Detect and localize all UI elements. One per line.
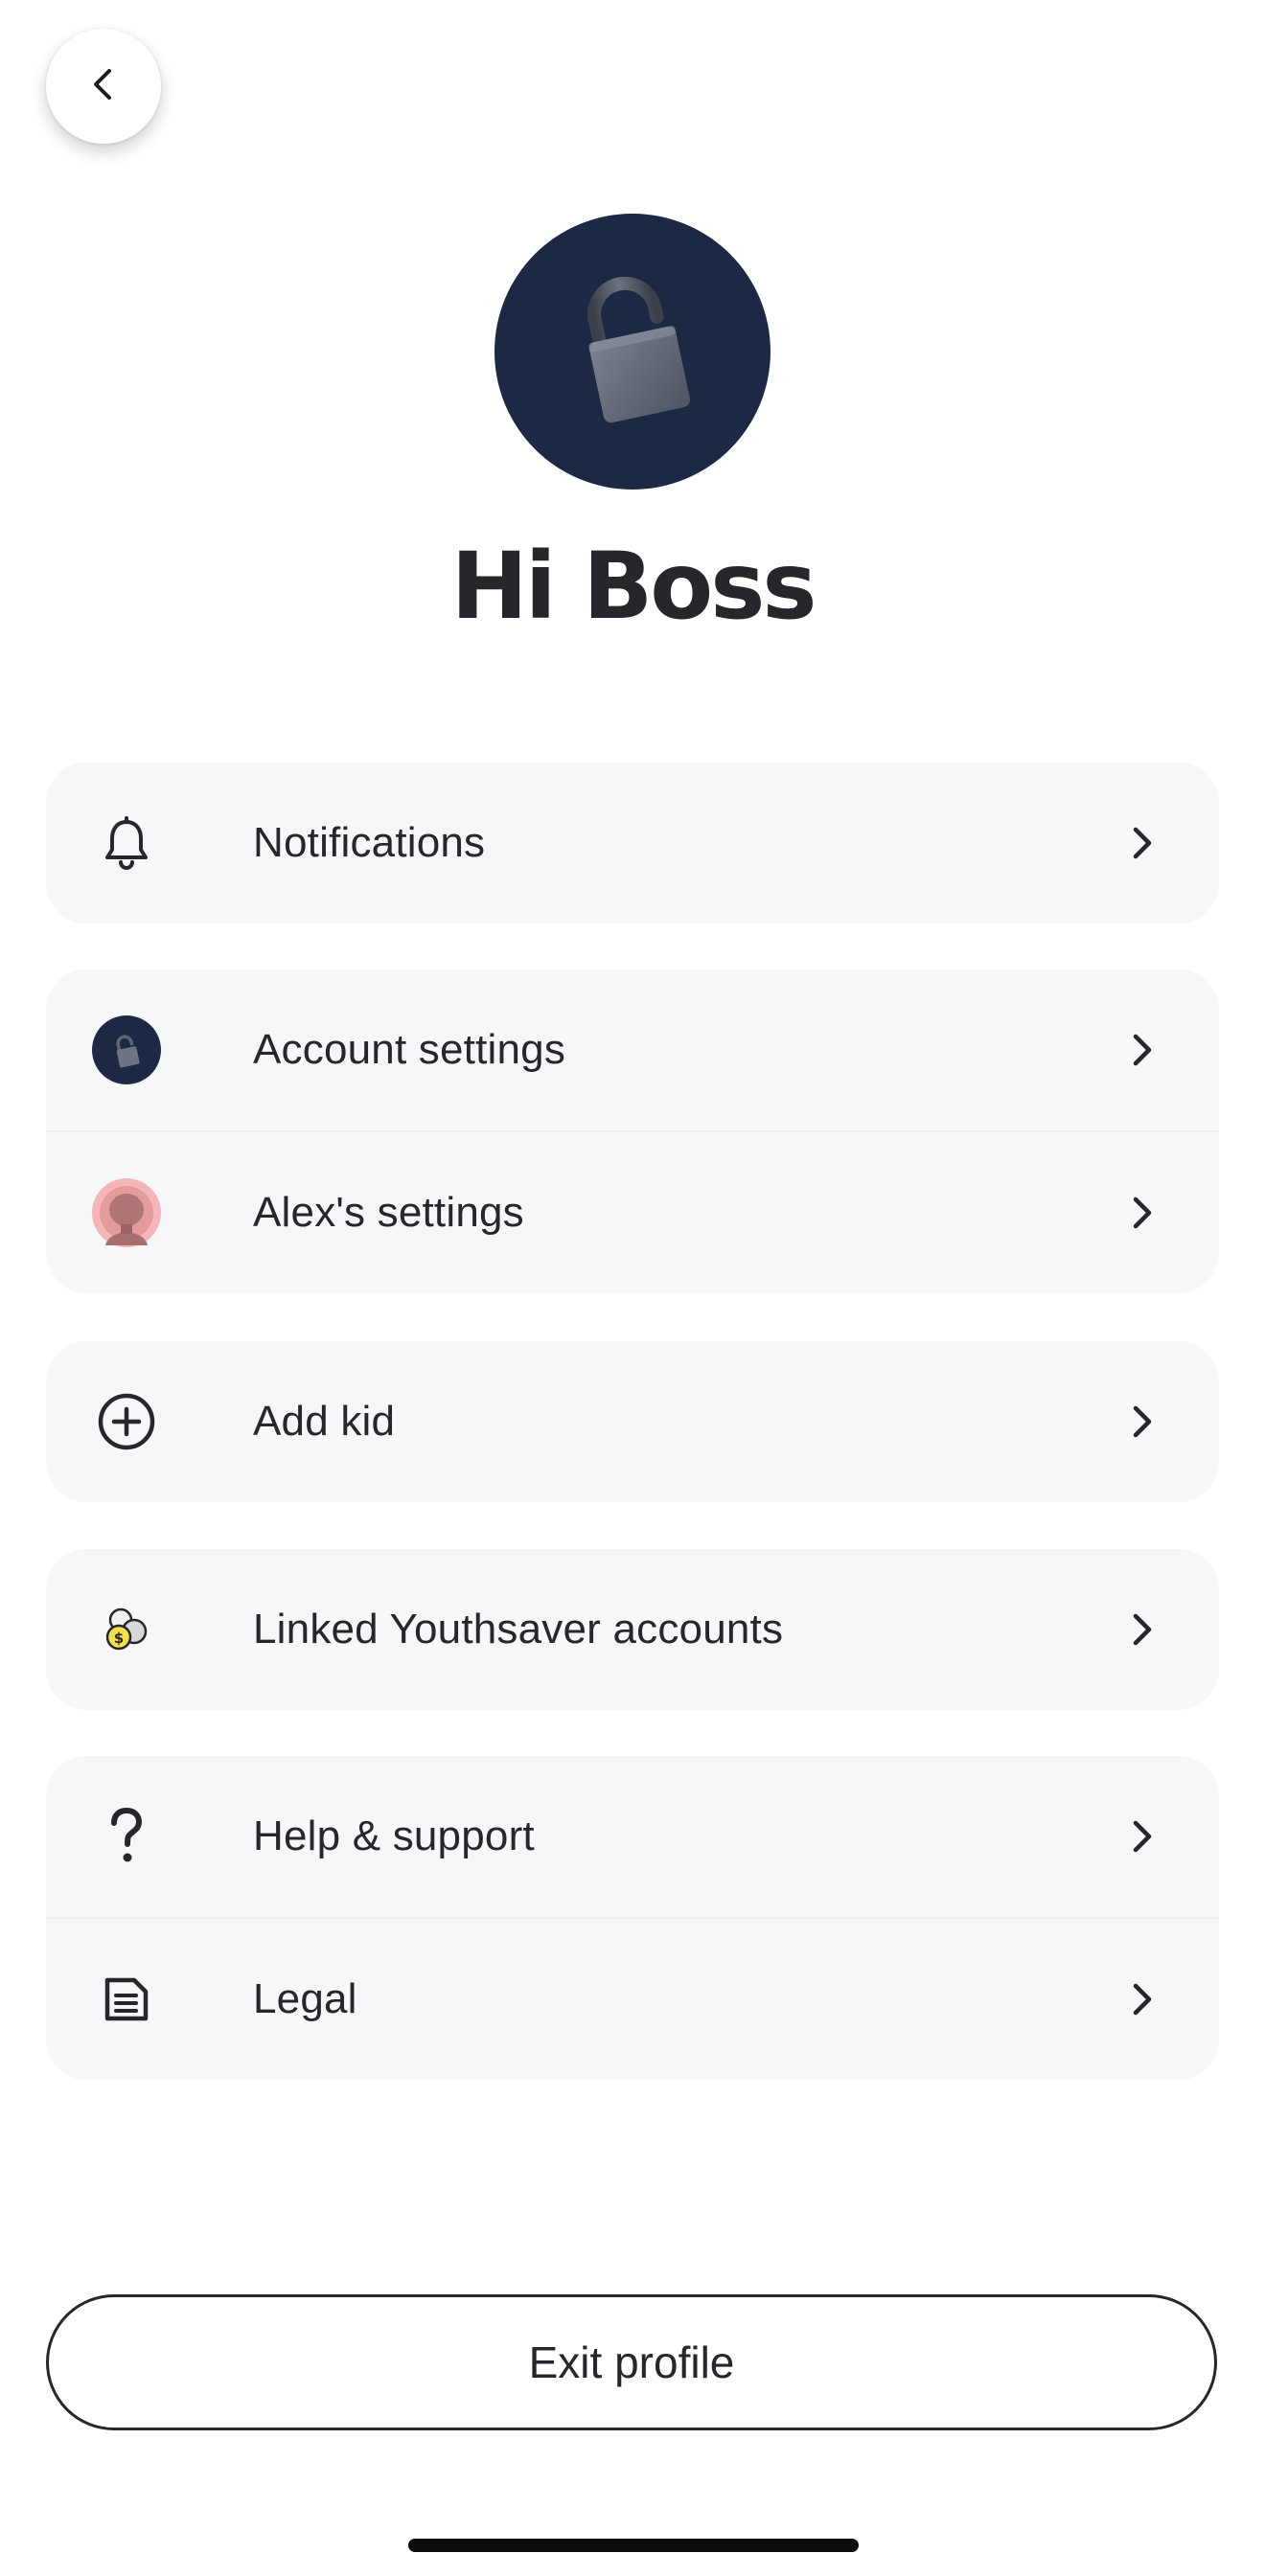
chevron-right-icon [1123, 1402, 1162, 1441]
chevron-right-icon [1123, 824, 1162, 862]
document-icon [92, 1965, 161, 2034]
add-kid-label: Add kid [253, 1398, 396, 1445]
menu-card-support: Help & support Legal [46, 1756, 1219, 2080]
account-settings-label: Account settings [253, 1026, 566, 1073]
menu-card-linked-accounts: $ Linked Youthsaver accounts [46, 1549, 1219, 1710]
menu-card-notifications: Notifications [46, 763, 1219, 923]
menu-card-settings: Account settings Alex's settings [46, 969, 1219, 1293]
page-title: Hi Boss [450, 533, 816, 640]
padlock-avatar-icon [92, 1015, 161, 1084]
legal-label: Legal [253, 1975, 357, 2022]
kid-avatar-icon [92, 1178, 161, 1247]
help-support-label: Help & support [253, 1812, 535, 1859]
padlock-icon [556, 263, 709, 441]
chevron-right-icon [1123, 1610, 1162, 1649]
chevron-right-icon [1123, 1980, 1162, 2018]
chevron-right-icon [1123, 1817, 1162, 1856]
chevron-right-icon [1123, 1194, 1162, 1232]
add-kid-row[interactable]: Add kid [46, 1341, 1219, 1502]
chevron-right-icon [1123, 1031, 1162, 1069]
home-indicator[interactable] [408, 2539, 859, 2552]
exit-profile-button[interactable]: Exit profile [46, 2294, 1217, 2430]
svg-text:$: $ [114, 1630, 124, 1647]
plus-circle-icon [92, 1387, 161, 1456]
coins-icon: $ [92, 1595, 161, 1664]
back-button[interactable] [46, 29, 161, 144]
kid-settings-row[interactable]: Alex's settings [46, 1130, 1219, 1293]
profile-avatar [494, 214, 770, 490]
account-settings-row[interactable]: Account settings [46, 969, 1219, 1130]
help-support-row[interactable]: Help & support [46, 1756, 1219, 1917]
bell-icon [92, 809, 161, 878]
linked-accounts-label: Linked Youthsaver accounts [253, 1606, 784, 1653]
chevron-left-icon [84, 65, 123, 108]
notifications-label: Notifications [253, 819, 486, 866]
notifications-row[interactable]: Notifications [46, 763, 1219, 923]
linked-accounts-row[interactable]: $ Linked Youthsaver accounts [46, 1549, 1219, 1710]
question-mark-icon [92, 1802, 161, 1871]
kid-settings-label: Alex's settings [253, 1189, 524, 1236]
legal-row[interactable]: Legal [46, 1917, 1219, 2080]
menu-card-add-kid: Add kid [46, 1341, 1219, 1502]
